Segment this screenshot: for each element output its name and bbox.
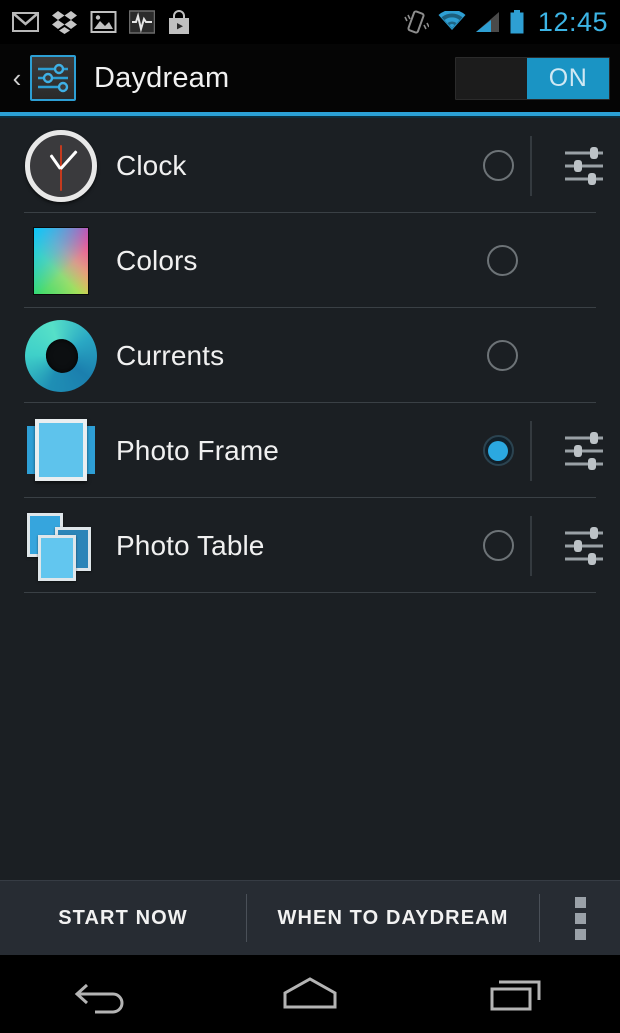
- photo-table-icon: [24, 509, 98, 583]
- when-to-daydream-button[interactable]: WHEN TO DAYDREAM: [247, 881, 539, 955]
- list-item-label: Colors: [116, 244, 198, 276]
- start-now-button[interactable]: START NOW: [0, 881, 246, 955]
- radio-currents[interactable]: [474, 328, 530, 384]
- settings-sliders-icon-photo-frame[interactable]: [548, 415, 620, 487]
- list-item-photo-frame[interactable]: Photo Frame: [0, 403, 620, 498]
- daydream-master-toggle[interactable]: ON: [455, 56, 610, 100]
- wifi-icon: [438, 11, 466, 30]
- clock-icon: [24, 129, 98, 203]
- list-item-controls: [470, 498, 620, 593]
- list-item-controls: [474, 308, 620, 403]
- list-item-label: Currents: [116, 339, 225, 371]
- action-bar-accent-line: [0, 112, 620, 118]
- status-bar-notifications: [12, 9, 191, 35]
- list-item-photo-table[interactable]: Photo Table: [0, 498, 620, 593]
- recents-nav-icon[interactable]: [413, 955, 620, 1033]
- vertical-divider: [530, 420, 532, 481]
- gmail-icon: [12, 12, 39, 32]
- status-bar: 12:45: [0, 0, 620, 44]
- navigation-bar: [0, 955, 620, 1033]
- action-bar: ‹ Daydream ON: [0, 44, 620, 112]
- home-nav-icon[interactable]: [207, 955, 414, 1033]
- page-title: Daydream: [94, 61, 230, 94]
- status-bar-clock: 12:45: [537, 6, 608, 37]
- android-screen: 12:45 ‹ Daydream ON Clock Colors Current…: [0, 0, 620, 1033]
- list-item-label: Photo Table: [116, 529, 265, 561]
- colors-gradient-icon: [24, 224, 98, 298]
- gallery-icon: [90, 11, 117, 33]
- list-item-label: Photo Frame: [116, 434, 279, 466]
- photo-frame-icon: [24, 414, 98, 488]
- back-nav-icon[interactable]: [0, 955, 207, 1033]
- list-item-controls: [470, 118, 620, 213]
- toggle-thumb-label: ON: [527, 57, 609, 99]
- vertical-divider: [530, 515, 532, 576]
- daydream-list: Clock Colors Currents Photo Frame Photo …: [0, 118, 620, 880]
- list-item-currents[interactable]: Currents: [0, 308, 620, 403]
- settings-sliders-icon-photo-table[interactable]: [548, 510, 620, 582]
- pulse-icon: [129, 10, 155, 34]
- settings-sliders-icon-clock[interactable]: [548, 130, 620, 202]
- vibrate-icon: [404, 10, 429, 34]
- cellular-signal-icon: [475, 12, 499, 32]
- row-divider: [24, 592, 596, 593]
- overflow-menu-icon[interactable]: [540, 881, 620, 955]
- vertical-divider: [530, 135, 532, 196]
- list-item-label: Clock: [116, 149, 187, 181]
- radio-clock[interactable]: [470, 138, 526, 194]
- list-item-clock[interactable]: Clock: [0, 118, 620, 213]
- radio-photo-table[interactable]: [470, 518, 526, 574]
- list-item-controls: [470, 403, 620, 498]
- play-store-icon: [169, 9, 189, 34]
- bottom-button-bar: START NOW WHEN TO DAYDREAM: [0, 880, 620, 955]
- sliders-icon: [30, 55, 76, 101]
- list-item-controls: [474, 213, 620, 308]
- battery-icon: [510, 10, 524, 34]
- radio-photo-frame[interactable]: [470, 423, 526, 479]
- currents-ring-icon: [24, 319, 98, 393]
- dropbox-icon: [52, 11, 77, 34]
- back-chevron-icon[interactable]: ‹: [6, 58, 28, 98]
- status-bar-system-icons: 12:45: [403, 7, 608, 38]
- list-item-colors[interactable]: Colors: [0, 213, 620, 308]
- radio-colors[interactable]: [474, 233, 530, 289]
